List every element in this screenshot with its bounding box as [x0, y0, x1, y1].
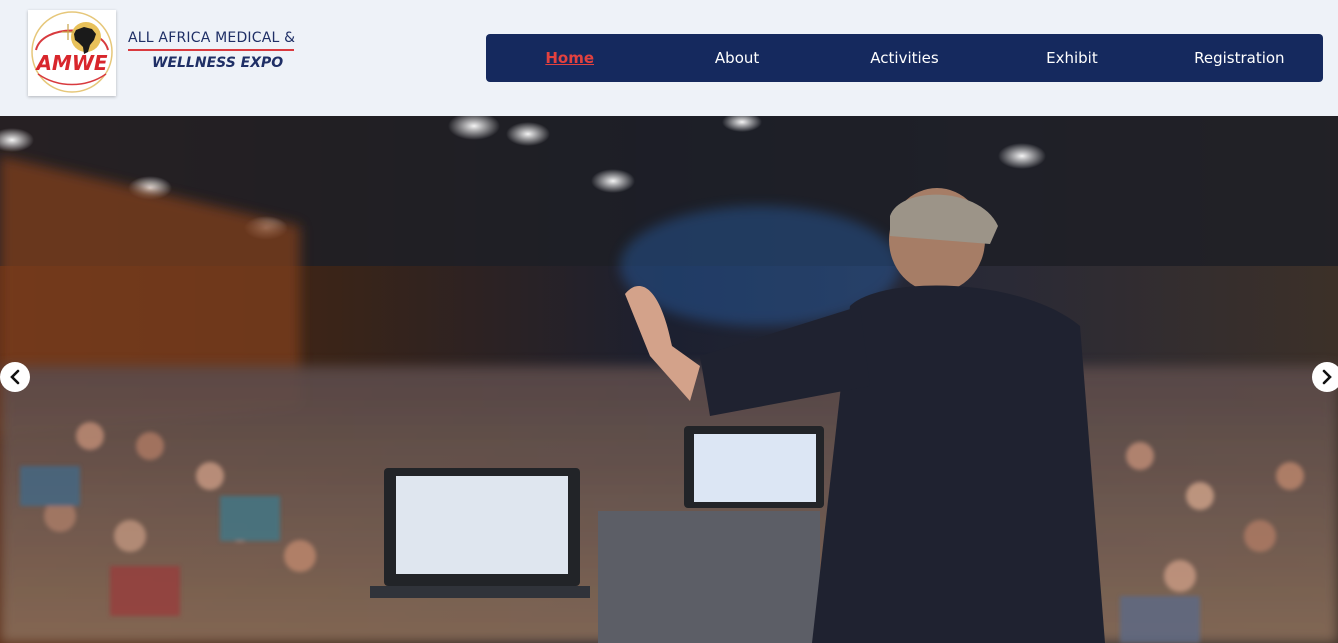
brand-name-line2: WELLNESS EXPO — [152, 55, 284, 71]
nav-item-registration[interactable]: Registration — [1156, 49, 1323, 67]
nav-item-home[interactable]: Home — [486, 49, 653, 67]
hero-carousel — [0, 116, 1338, 643]
brand-name-line1: ALL AFRICA MEDICAL & — [128, 30, 296, 46]
carousel-prev-button[interactable] — [0, 362, 30, 392]
nav-item-about[interactable]: About — [653, 49, 820, 67]
chevron-right-icon — [1322, 369, 1332, 385]
brand-name[interactable]: ALL AFRICA MEDICAL & WELLNESS EXPO — [128, 30, 298, 71]
site-logo[interactable]: AMWE — [28, 10, 116, 96]
brand-divider — [128, 49, 294, 51]
nav-item-exhibit[interactable]: Exhibit — [988, 49, 1155, 67]
logo-text: AMWE — [34, 51, 107, 75]
nav-item-activities[interactable]: Activities — [821, 49, 988, 67]
amwe-logo-icon: AMWE — [31, 11, 113, 93]
hero-image — [0, 116, 1338, 643]
main-nav: Home About Activities Exhibit Registrati… — [486, 34, 1323, 82]
carousel-next-button[interactable] — [1312, 362, 1338, 392]
chevron-left-icon — [10, 369, 20, 385]
site-header: AMWE ALL AFRICA MEDICAL & WELLNESS EXPO … — [0, 0, 1338, 116]
